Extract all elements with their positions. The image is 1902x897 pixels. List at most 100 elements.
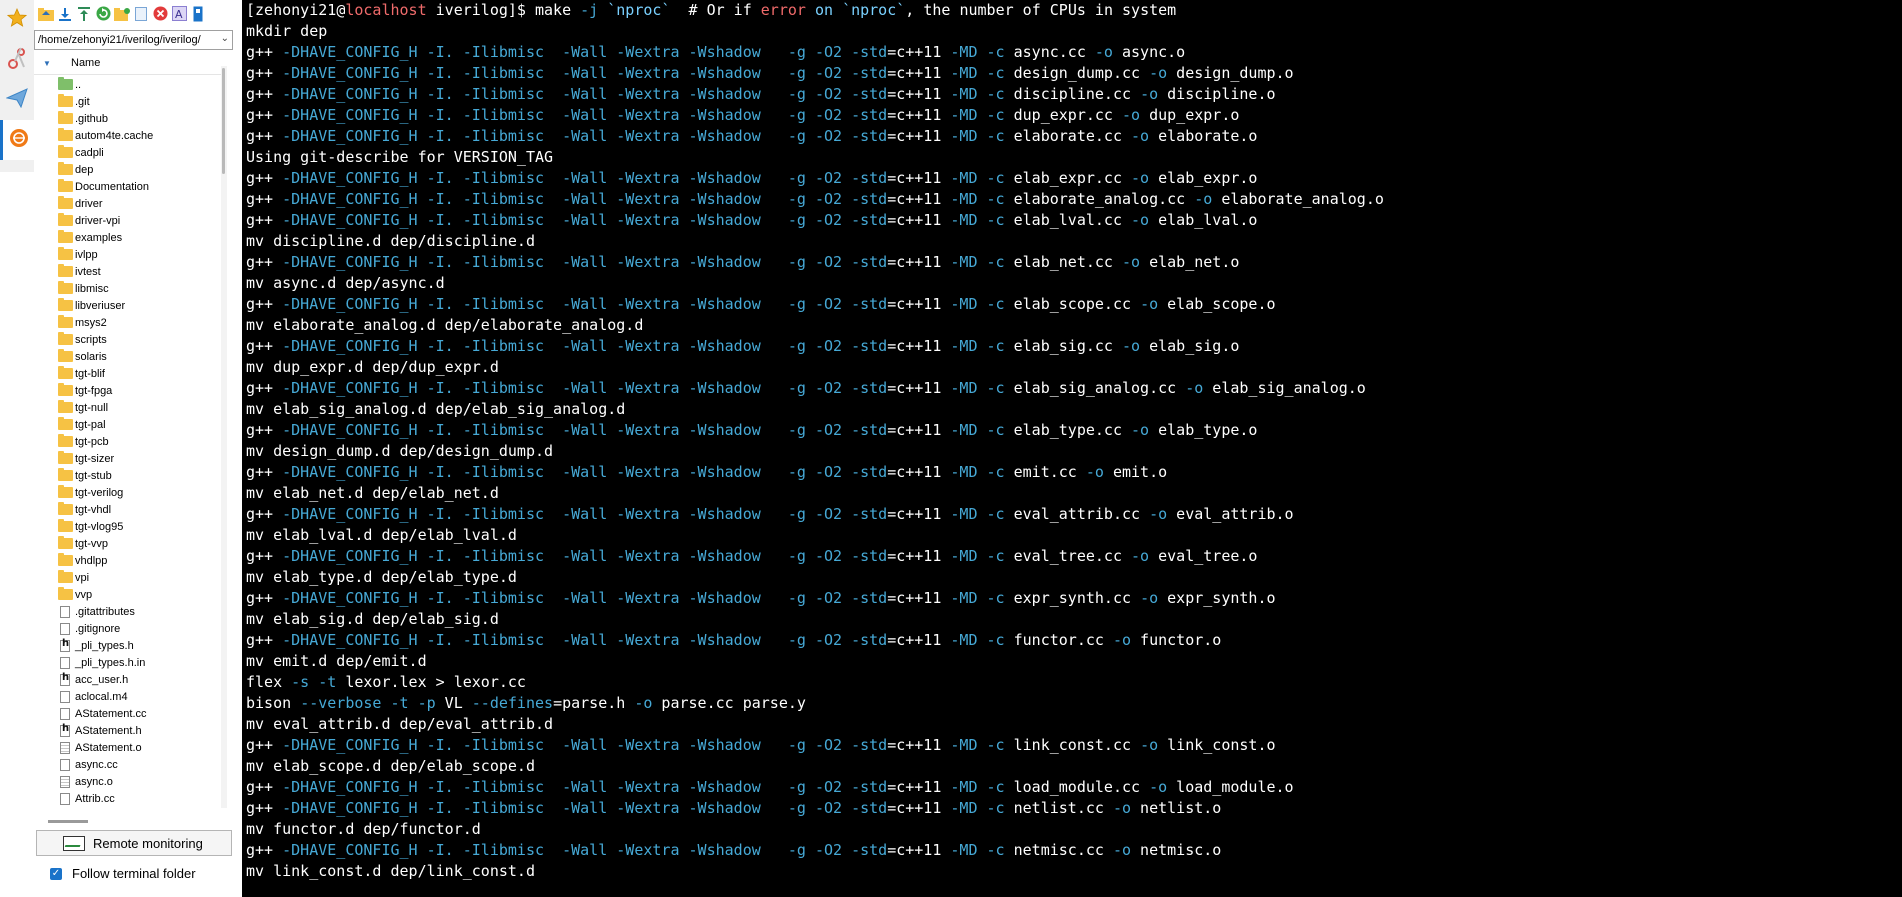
folder-icon xyxy=(57,383,73,397)
terminal-output[interactable]: [zehonyi21@localhost iverilog]$ make -j … xyxy=(242,0,1902,897)
file-list-item[interactable]: .github xyxy=(34,110,220,127)
download-button[interactable] xyxy=(57,7,73,24)
terminal-text-segment: load_module.cc xyxy=(1004,778,1150,796)
file-list-item[interactable]: _pli_types.h xyxy=(34,637,220,654)
refresh-button[interactable] xyxy=(95,6,111,24)
file-list-item[interactable]: aclocal.m4 xyxy=(34,688,220,705)
horizontal-scrollbar-thumb[interactable] xyxy=(48,820,88,823)
file-list-item[interactable]: .gitignore xyxy=(34,620,220,637)
terminal-text-segment: expr_synth.cc xyxy=(1004,589,1141,607)
rename-button[interactable]: A xyxy=(171,6,187,24)
terminal-text-segment: emit.o xyxy=(1103,463,1168,481)
folder-shape xyxy=(57,570,73,583)
file-list-item[interactable]: async.cc xyxy=(34,756,220,773)
scissors-icon xyxy=(7,46,27,75)
terminal-text-segment: `nproc` xyxy=(842,1,906,19)
file-list-item[interactable]: ivtest xyxy=(34,263,220,280)
file-list-item[interactable]: tgt-pcb xyxy=(34,433,220,450)
file-list-item[interactable]: AStatement.h xyxy=(34,722,220,739)
file-list-item[interactable]: tgt-verilog xyxy=(34,484,220,501)
file-list-item[interactable]: examples xyxy=(34,229,220,246)
file-list-item[interactable]: driver xyxy=(34,195,220,212)
file-list-item[interactable]: libveriuser xyxy=(34,297,220,314)
terminal-text-segment: -o xyxy=(1112,841,1132,859)
file-list-item[interactable]: acc_user.h xyxy=(34,671,220,688)
file-list-item[interactable]: .. xyxy=(34,76,220,93)
file-list-item[interactable]: tgt-fpga xyxy=(34,382,220,399)
file-list-item[interactable]: .gitattributes xyxy=(34,603,220,620)
folder-icon xyxy=(57,162,73,176)
terminal-text-segment: dup_expr.cc xyxy=(1004,106,1122,124)
checkbox-check-icon: ✓ xyxy=(50,867,62,880)
terminal-text-segment: eval_attrib.o xyxy=(1167,505,1294,523)
terminal-text-segment: elab_type.cc xyxy=(1004,421,1132,439)
file-list-item[interactable]: tgt-vlog95 xyxy=(34,518,220,535)
monitor-icon xyxy=(63,835,85,851)
file-list-item[interactable]: async.o xyxy=(34,773,220,790)
file-list-item[interactable]: .git xyxy=(34,93,220,110)
terminal-text-segment: discipline.o xyxy=(1158,85,1276,103)
folder-icon xyxy=(57,94,73,108)
file-list-item[interactable]: tgt-pal xyxy=(34,416,220,433)
properties-button[interactable] xyxy=(190,6,206,24)
upload-button[interactable] xyxy=(76,6,92,24)
terminal-line: mv design_dump.d dep/design_dump.d xyxy=(242,441,1902,462)
file-list-item[interactable]: Attrib.cc xyxy=(34,790,220,807)
favorites-button[interactable] xyxy=(0,0,34,40)
terminal-text-segment: -DHAVE_CONFIG_H -I. -Ilibmisc -Wall -Wex… xyxy=(282,295,888,313)
file-list-item[interactable]: vvp xyxy=(34,586,220,603)
file-list-item[interactable]: cadpli xyxy=(34,144,220,161)
home-button[interactable] xyxy=(38,7,54,24)
sftp-tab[interactable] xyxy=(0,120,34,160)
delete-button[interactable] xyxy=(152,6,168,24)
new-file-button[interactable] xyxy=(133,6,149,24)
new-folder-button[interactable] xyxy=(114,7,130,24)
terminal-text-segment: on xyxy=(814,1,834,19)
terminal-text-segment: g++ xyxy=(246,631,283,649)
file-list-item[interactable]: AStatement.cc xyxy=(34,705,220,722)
scrollbar-thumb[interactable] xyxy=(222,68,225,174)
file-list-item[interactable]: tgt-blif xyxy=(34,365,220,382)
horizontal-scrollbar[interactable] xyxy=(48,818,228,826)
name-column-header: Name xyxy=(71,57,101,69)
file-list-item[interactable]: dep xyxy=(34,161,220,178)
column-header[interactable]: ▼ Name xyxy=(34,52,224,75)
file-shape xyxy=(60,792,70,805)
terminal-text-segment: -o xyxy=(1131,547,1150,565)
file-list-item[interactable]: driver-vpi xyxy=(34,212,220,229)
file-list-item[interactable]: autom4te.cache xyxy=(34,127,220,144)
tools-button[interactable] xyxy=(0,40,34,80)
follow-terminal-checkbox[interactable]: ✓ Follow terminal folder xyxy=(50,866,196,881)
file-name: .gitattributes xyxy=(75,605,135,618)
file-list-item[interactable]: libmisc xyxy=(34,280,220,297)
file-list-item[interactable]: tgt-vhdl xyxy=(34,501,220,518)
terminal-text-segment: g++ xyxy=(246,211,283,229)
terminal-text-segment: -MD -c xyxy=(950,43,1005,61)
file-list-item[interactable]: vpi xyxy=(34,569,220,586)
file-list-item[interactable]: AStatement.o xyxy=(34,739,220,756)
macros-button[interactable] xyxy=(0,80,34,120)
file-list-scrollbar[interactable] xyxy=(221,66,227,808)
terminal-text-segment: -MD -c xyxy=(950,736,1005,754)
file-list-item[interactable]: tgt-sizer xyxy=(34,450,220,467)
file-icon xyxy=(57,792,73,805)
file-list-item[interactable]: tgt-stub xyxy=(34,467,220,484)
file-shape xyxy=(60,672,70,686)
file-name: solaris xyxy=(75,350,107,363)
file-list-item[interactable]: Documentation xyxy=(34,178,220,195)
file-list-item[interactable]: scripts xyxy=(34,331,220,348)
terminal-text-segment: -MD -c xyxy=(950,841,1005,859)
file-list-item[interactable]: msys2 xyxy=(34,314,220,331)
file-list-item[interactable]: tgt-null xyxy=(34,399,220,416)
file-list-item[interactable]: ivlpp xyxy=(34,246,220,263)
remote-monitoring-button[interactable]: Remote monitoring xyxy=(36,830,232,856)
file-list-item[interactable]: _pli_types.h.in xyxy=(34,654,220,671)
file-name: libmisc xyxy=(75,282,109,295)
terminal-text-segment: netlist.o xyxy=(1131,799,1222,817)
file-list-item[interactable]: vhdlpp xyxy=(34,552,220,569)
file-list-item[interactable]: solaris xyxy=(34,348,220,365)
terminal-line: g++ -DHAVE_CONFIG_H -I. -Ilibmisc -Wall … xyxy=(242,126,1902,147)
terminal-text-segment: -o xyxy=(1085,463,1104,481)
path-dropdown[interactable]: /home/zehonyi21/iverilog/iverilog/ ⌄ xyxy=(34,30,233,50)
file-list-item[interactable]: tgt-vvp xyxy=(34,535,220,552)
